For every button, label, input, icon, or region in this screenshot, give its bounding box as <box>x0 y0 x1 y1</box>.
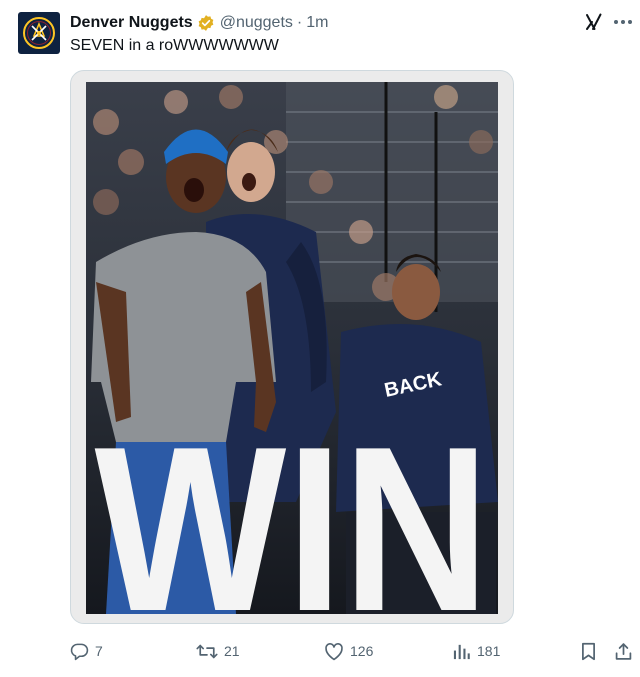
like-button[interactable]: 126 <box>324 638 373 664</box>
verified-badge-icon[interactable] <box>197 14 215 32</box>
share-icon <box>615 642 632 660</box>
views-button[interactable]: 181 <box>452 638 500 664</box>
heart-icon <box>325 642 343 660</box>
author-display-name[interactable]: Denver Nuggets <box>70 13 193 33</box>
reply-icon <box>70 643 89 660</box>
share-button[interactable] <box>614 638 633 664</box>
reply-button[interactable]: 7 <box>70 638 103 664</box>
more-options-icon[interactable] <box>612 12 634 32</box>
bookmark-icon <box>582 642 595 660</box>
tweet-header: Denver Nuggets @nuggets · 1m <box>70 12 328 34</box>
tweet-text: SEVEN in a roWWWWWWW <box>70 37 279 54</box>
views-count: 181 <box>477 643 501 659</box>
author-avatar[interactable] <box>18 12 60 54</box>
repost-count: 21 <box>224 643 240 659</box>
views-chart-icon <box>453 644 470 659</box>
nuggets-logo-icon <box>23 17 55 49</box>
media-frame[interactable]: BACK WIN <box>70 70 514 624</box>
tweet-photo[interactable]: BACK WIN <box>86 82 498 614</box>
win-overlay-text: WIN <box>95 397 490 614</box>
tweet-timestamp[interactable]: 1m <box>306 13 328 33</box>
tweet-card[interactable]: Denver Nuggets @nuggets · 1m SEVEN in a … <box>0 0 640 677</box>
reply-count: 7 <box>95 643 103 659</box>
bookmark-button[interactable] <box>580 638 597 664</box>
author-handle[interactable]: @nuggets <box>220 13 293 33</box>
grok-icon[interactable] <box>583 11 605 33</box>
tweet-actions-bar: 7 21 126 181 <box>0 638 640 664</box>
like-count: 126 <box>350 643 374 659</box>
repost-icon <box>196 644 218 658</box>
header-separator: · <box>296 14 303 31</box>
repost-button[interactable]: 21 <box>196 638 240 664</box>
